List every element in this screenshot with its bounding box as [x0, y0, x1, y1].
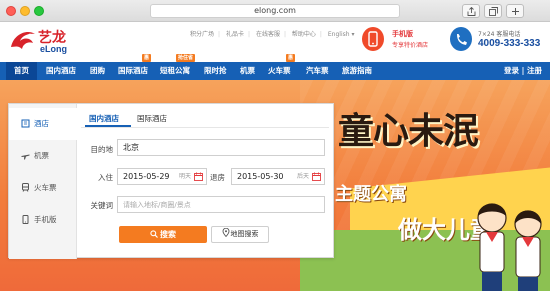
map-pin-icon — [222, 227, 229, 238]
sidebar-item-label: 酒店 — [34, 119, 49, 128]
logo-english-text[interactable]: eLong — [40, 44, 67, 54]
address-bar[interactable]: elong.com — [150, 4, 400, 18]
tab-divider — [81, 127, 329, 128]
sidebar-item-label: 手机版 — [34, 215, 57, 224]
main-nav: 首页 国内酒店 团购 国际酒店 惠 短租公寓 抢住省 限时抢 机票 火车票 惠 … — [0, 54, 550, 80]
destination-value: 北京 — [123, 143, 139, 152]
nav-item-travel-guide[interactable]: 旅游指南 — [342, 62, 372, 80]
keyword-placeholder: 请输入地标/商圈/景点 — [123, 201, 191, 209]
checkout-date-value: 2015-05-30 — [237, 172, 284, 181]
mobile-app-promo[interactable]: 手机版 专享特价酒店 — [362, 27, 442, 55]
checkin-date-value: 2015-05-29 — [123, 172, 170, 181]
nav-item-domestic-hotels[interactable]: 国内酒店 — [46, 62, 76, 80]
sidebar-item-mobile[interactable]: 手机版 — [9, 204, 77, 236]
calendar-icon — [312, 172, 321, 181]
tab-domestic-hotels[interactable]: 国内酒店 — [89, 113, 119, 124]
top-link-online-service[interactable]: 在线客服 — [256, 31, 280, 38]
top-link-help-center[interactable]: 帮助中心 — [292, 31, 316, 38]
nav-item-flights[interactable]: 机票 — [240, 62, 255, 80]
checkout-label: 退房 — [210, 173, 225, 182]
plus-icon — [512, 8, 519, 15]
map-search-button[interactable]: 地图搜索 — [211, 226, 269, 243]
zoom-window-button[interactable] — [34, 6, 44, 16]
nav-item-home[interactable]: 首页 — [6, 62, 37, 80]
nav-item-group-buy[interactable]: 团购 — [90, 62, 105, 80]
mobile-phone-icon — [362, 27, 384, 51]
nav-item-bus[interactable]: 汽车票 — [306, 62, 329, 80]
telephone-icon — [450, 27, 472, 51]
nav-badge: 抢住省 — [176, 54, 196, 62]
nav-item-short-rent[interactable]: 短租公寓 抢住省 — [160, 54, 196, 80]
elong-dragon-logo-icon[interactable] — [8, 25, 38, 55]
nav-item-international-hotels[interactable]: 国际酒店 惠 — [118, 54, 152, 80]
mobile-promo-subtitle: 专享特价酒店 — [392, 42, 429, 49]
checkout-date-input[interactable]: 2015-05-30 后天 — [231, 168, 325, 185]
minimize-window-button[interactable] — [20, 6, 30, 16]
nav-item-label: 国际酒店 — [118, 66, 148, 75]
customer-hotline: 7×24 客服电话 4009-333-333 — [450, 27, 550, 55]
top-links: 积分广场 | 礼品卡 | 在线客服 | 帮助中心 | English ▾ — [190, 31, 355, 38]
share-icon — [467, 7, 476, 16]
cartoon-children-illustration — [477, 203, 542, 291]
train-icon — [22, 183, 29, 192]
banner-subtitle-1: 主题公寓 — [335, 184, 407, 205]
login-register-link[interactable]: 登录 | 注册 — [504, 62, 542, 80]
checkin-weekday: 明天 — [178, 173, 191, 180]
map-search-label: 地图搜索 — [230, 230, 259, 238]
nav-badge: 惠 — [286, 54, 296, 62]
tabs-icon — [489, 7, 498, 16]
checkout-weekday: 后天 — [296, 173, 309, 180]
sidebar-item-hotel[interactable]: 酒店 — [9, 108, 78, 140]
sidebar-item-label: 火车票 — [34, 183, 57, 192]
hotel-search-panel: 酒店 机票 火车票 手机版 国内酒店 国际酒店 目的地 北京 入住 2015-0… — [8, 103, 334, 259]
top-link-gift-card[interactable]: 礼品卡 — [226, 31, 244, 38]
sidebar-item-label: 机票 — [34, 151, 49, 160]
search-button-label: 搜索 — [160, 230, 176, 239]
search-category-sidebar: 酒店 机票 火车票 手机版 — [9, 104, 78, 259]
sidebar-item-train[interactable]: 火车票 — [9, 172, 77, 204]
search-button[interactable]: 搜索 — [119, 226, 207, 243]
nav-item-train[interactable]: 火车票 惠 — [268, 54, 296, 80]
top-link-points-mall[interactable]: 积分广场 — [190, 31, 214, 38]
new-tab-button[interactable] — [506, 4, 524, 18]
checkin-label: 入住 — [98, 173, 113, 182]
keyword-label: 关键词 — [90, 201, 114, 210]
active-tab-indicator — [85, 125, 131, 127]
share-button[interactable] — [462, 4, 480, 18]
nav-badge: 惠 — [142, 54, 152, 62]
browser-toolbar: elong.com — [0, 0, 550, 22]
hotline-number: 4009-333-333 — [478, 38, 541, 49]
search-icon — [150, 230, 158, 238]
sidebar-item-flights[interactable]: 机票 — [9, 140, 77, 172]
nav-item-label: 短租公寓 — [160, 66, 190, 75]
tabs-overview-button[interactable] — [484, 4, 502, 18]
close-window-button[interactable] — [6, 6, 16, 16]
nav-item-label: 火车票 — [268, 66, 291, 75]
phone-icon — [22, 215, 29, 224]
hotel-icon — [21, 119, 30, 128]
mobile-promo-title: 手机版 — [392, 30, 413, 38]
nav-item-flash-sale[interactable]: 限时抢 — [204, 62, 227, 80]
plane-icon — [21, 154, 30, 160]
destination-label: 目的地 — [90, 145, 114, 154]
destination-input[interactable]: 北京 — [117, 139, 325, 156]
tab-international-hotels[interactable]: 国际酒店 — [137, 113, 167, 124]
language-selector[interactable]: English ▾ — [328, 31, 355, 38]
hotline-label: 7×24 客服电话 — [478, 31, 521, 38]
keyword-input[interactable]: 请输入地标/商圈/景点 — [117, 196, 325, 213]
banner-headline: 童心未泯 — [338, 111, 479, 152]
